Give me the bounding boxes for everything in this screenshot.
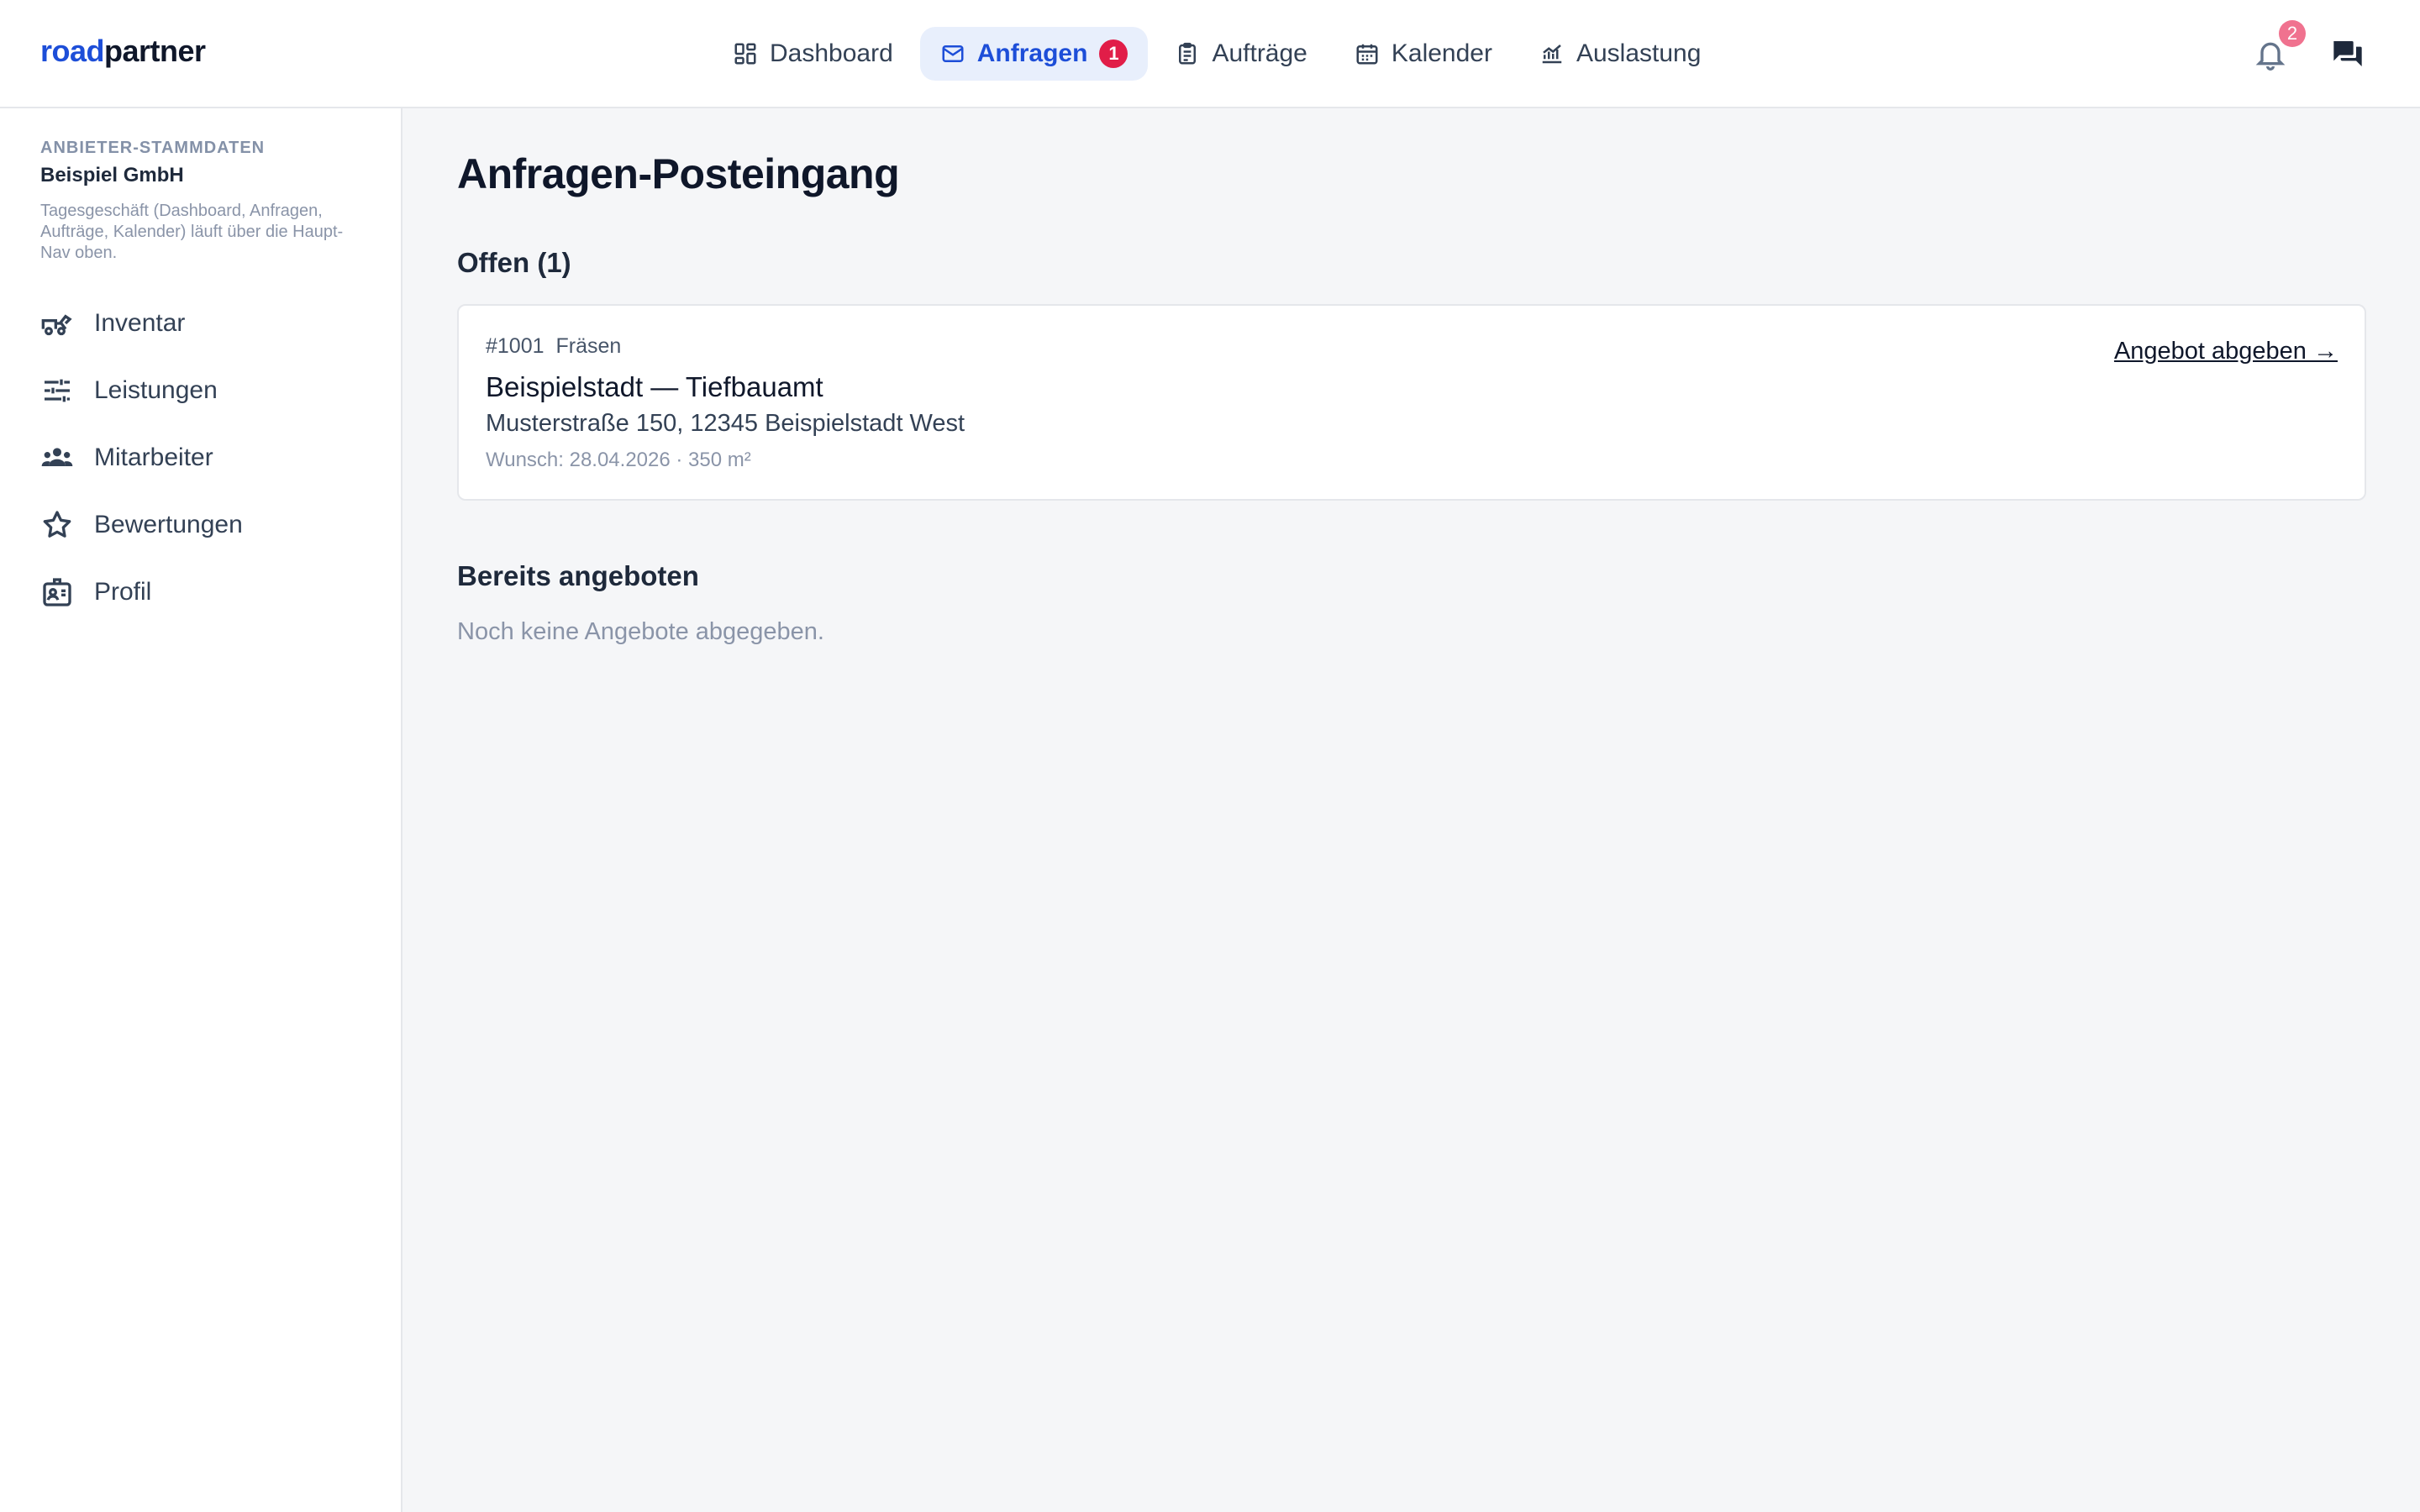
nav-auslastung-label: Auslastung [1576,39,1702,67]
logo-part-partner: partner [104,34,206,68]
request-address: Musterstraße 150, 12345 Beispielstadt We… [486,410,965,437]
logo[interactable]: roadpartner [40,34,206,69]
calendar-icon [1356,44,1378,65]
request-type: Fräsen [555,334,622,358]
dashboard-icon [734,43,756,65]
people-icon [41,448,73,466]
open-section-title: Offen (1) [457,247,571,278]
mail-icon [942,45,964,62]
messages-button[interactable] [2331,37,2365,71]
request-id: #1001 [486,334,544,358]
submit-offer-link[interactable]: Angebot abgeben → [2114,338,2338,365]
nav-dashboard[interactable]: Dashboard [713,27,913,81]
sidebar-item-mitarbeiter[interactable]: Mitarbeiter [40,424,243,491]
top-header: roadpartner Dashboard Anfragen 1 Aufträg… [0,0,2420,108]
request-wish: Wunsch: 28.04.2026 · 350 m² [486,449,751,471]
notifications-badge: 2 [2279,20,2306,47]
logo-part-road: road [40,34,105,68]
main-nav: Dashboard Anfragen 1 Aufträge Kalender A… [713,27,1721,81]
nav-dashboard-label: Dashboard [770,39,893,67]
sidebar-menu: Inventar Leistungen Mitarbeiter Bewertun… [40,290,243,626]
chat-icon [2333,41,2362,66]
sidebar-note: Tagesgeschäft (Dashboard, Anfragen, Auft… [40,202,344,262]
nav-kalender-label: Kalender [1391,39,1492,67]
sidebar-item-inventar[interactable]: Inventar [40,290,243,357]
nav-auftraege[interactable]: Aufträge [1155,27,1327,81]
request-title: Beispielstadt — Tiefbauamt [486,371,823,402]
sidebar-item-label: Profil [94,578,152,606]
sidebar-item-label: Mitarbeiter [94,444,213,471]
nav-anfragen-label: Anfragen [976,39,1088,67]
clipboard-icon [1179,42,1197,65]
id-card-icon [43,578,71,606]
chart-icon [1542,45,1562,64]
sidebar-item-profil[interactable]: Profil [40,559,243,626]
anfragen-count-badge: 1 [1099,39,1128,68]
sidebar-item-label: Inventar [94,309,186,337]
sidebar-kicker: ANBIETER-STAMMDATEN [40,139,266,157]
offered-section-title: Bereits angeboten [457,560,699,591]
sidebar-item-leistungen[interactable]: Leistungen [40,357,243,424]
page-title: Anfragen-Posteingang [457,150,900,197]
nav-kalender[interactable]: Kalender [1334,27,1512,81]
request-meta: #1001 Fräsen [486,334,621,359]
request-card[interactable]: #1001 Fräsen Beispielstadt — Tiefbauamt M… [457,304,2366,501]
truck-icon [41,314,72,336]
nav-anfragen[interactable]: Anfragen 1 [919,27,1149,81]
company-name: Beispiel GmbH [40,164,184,186]
nav-auftraege-label: Aufträge [1212,39,1307,67]
sidebar-item-bewertungen[interactable]: Bewertungen [40,491,243,559]
sidebar-item-label: Bewertungen [94,511,243,538]
offered-empty-note: Noch keine Angebote abgegeben. [457,618,824,645]
star-icon [43,511,71,538]
sidebar: ANBIETER-STAMMDATEN Beispiel GmbH Tagesg… [0,108,402,1512]
nav-auslastung[interactable]: Auslastung [1519,27,1721,81]
sidebar-item-label: Leistungen [94,376,218,404]
sliders-icon [45,379,70,402]
